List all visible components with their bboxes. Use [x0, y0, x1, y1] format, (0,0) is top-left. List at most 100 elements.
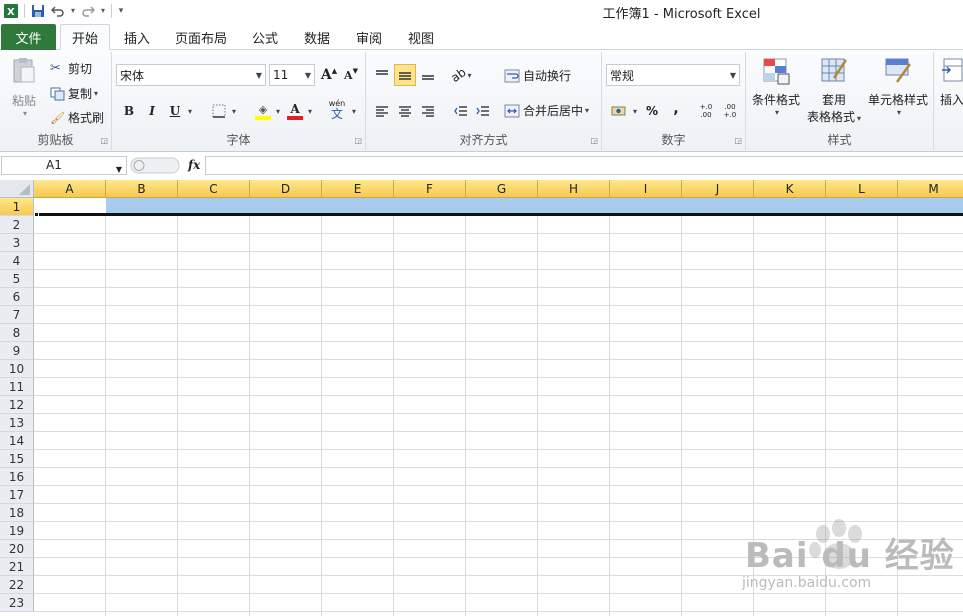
grow-font-icon: A [320, 67, 332, 83]
align-left-button[interactable] [371, 100, 393, 122]
align-bottom-button[interactable] [417, 64, 439, 86]
row-header-17[interactable]: 17 [0, 486, 34, 504]
paint-bucket-icon: ◈ [258, 102, 268, 116]
brush-icon: 🖌 [50, 110, 66, 125]
align-top-button[interactable] [371, 64, 393, 86]
row-header-20[interactable]: 20 [0, 540, 34, 558]
borders-dropdown-icon[interactable]: ▾ [232, 107, 236, 116]
paste-button[interactable]: 粘贴 ▾ [6, 56, 42, 118]
increase-decimal-button[interactable]: +.0 .00 [694, 100, 718, 122]
decrease-indent-button[interactable] [450, 100, 472, 122]
row-header-23[interactable]: 23 [0, 594, 34, 612]
row-header-5[interactable]: 5 [0, 270, 34, 288]
fill-color-button[interactable]: ◈ [252, 100, 274, 122]
shrink-font-button[interactable]: A ▼ [340, 64, 362, 86]
column-header-j[interactable]: J [682, 180, 754, 198]
row-header-19[interactable]: 19 [0, 522, 34, 540]
font-launcher-icon[interactable]: ◲ [354, 136, 362, 145]
row-header-1[interactable]: 1 [0, 198, 34, 216]
fill-handle[interactable] [34, 212, 39, 217]
column-header-i[interactable]: I [610, 180, 682, 198]
underline-dropdown-icon[interactable]: ▾ [188, 107, 192, 116]
font-color-button[interactable]: A [284, 100, 306, 122]
conditional-format-button[interactable]: 条件格式 ▾ [750, 56, 802, 117]
column-header-a[interactable]: A [34, 180, 106, 198]
clipboard-launcher-icon[interactable]: ◲ [100, 136, 108, 145]
format-as-table-button[interactable]: 套用 表格格式 ▾ [804, 56, 864, 125]
percent-button[interactable]: % [641, 100, 663, 122]
phonetic-dropdown-icon[interactable]: ▾ [352, 107, 356, 116]
insert-cells-button[interactable]: 插入 [940, 56, 963, 108]
row-header-2[interactable]: 2 [0, 216, 34, 234]
italic-button[interactable]: I [141, 100, 163, 122]
font-family-select[interactable]: 宋体 ▼ [116, 64, 266, 86]
row-header-18[interactable]: 18 [0, 504, 34, 522]
row-header-3[interactable]: 3 [0, 234, 34, 252]
phonetic-button[interactable]: wén 文 [326, 98, 348, 120]
row-header-11[interactable]: 11 [0, 378, 34, 396]
tab-view[interactable]: 视图 [399, 24, 443, 50]
underline-button[interactable]: U [164, 100, 186, 122]
column-header-d[interactable]: D [250, 180, 322, 198]
tab-page-layout[interactable]: 页面布局 [166, 24, 236, 50]
row-header-15[interactable]: 15 [0, 450, 34, 468]
row-header-21[interactable]: 21 [0, 558, 34, 576]
comma-button[interactable]: , [665, 98, 687, 120]
font-color-dropdown-icon[interactable]: ▾ [308, 107, 312, 116]
align-right-button[interactable] [417, 100, 439, 122]
column-header-l[interactable]: L [826, 180, 898, 198]
font-size-select[interactable]: 11 ▼ [269, 64, 315, 86]
column-header-f[interactable]: F [394, 180, 466, 198]
column-header-g[interactable]: G [466, 180, 538, 198]
accounting-dropdown-icon[interactable]: ▾ [633, 107, 637, 116]
row-header-8[interactable]: 8 [0, 324, 34, 342]
tab-formulas[interactable]: 公式 [243, 24, 287, 50]
row-header-14[interactable]: 14 [0, 432, 34, 450]
column-header-h[interactable]: H [538, 180, 610, 198]
merge-center-button[interactable]: 合并后居中 ▾ [504, 102, 589, 119]
cut-button[interactable]: ✂ 剪切 [50, 60, 92, 77]
tab-insert[interactable]: 插入 [114, 24, 160, 50]
formula-splitter-icon[interactable] [130, 156, 182, 175]
align-center-button[interactable] [394, 100, 416, 122]
align-middle-button[interactable] [394, 64, 416, 86]
format-painter-button[interactable]: 🖌 格式刷 [50, 109, 104, 126]
tab-file[interactable]: 文件 [1, 24, 56, 50]
column-header-k[interactable]: K [754, 180, 826, 198]
wrap-text-button[interactable]: 自动换行 [504, 67, 571, 84]
copy-button[interactable]: 复制 ▾ [50, 85, 98, 102]
column-header-b[interactable]: B [106, 180, 178, 198]
number-format-select[interactable]: 常规 ▼ [606, 64, 740, 86]
alignment-launcher-icon[interactable]: ◲ [590, 136, 598, 145]
accounting-format-button[interactable] [608, 100, 630, 122]
row-header-13[interactable]: 13 [0, 414, 34, 432]
tab-home[interactable]: 开始 [60, 24, 110, 50]
row-header-16[interactable]: 16 [0, 468, 34, 486]
decrease-decimal-button[interactable]: .00 +.0 [718, 100, 742, 122]
column-header-e[interactable]: E [322, 180, 394, 198]
row-header-10[interactable]: 10 [0, 360, 34, 378]
row-header-7[interactable]: 7 [0, 306, 34, 324]
row-header-12[interactable]: 12 [0, 396, 34, 414]
orientation-button[interactable]: ab ▾ [448, 64, 472, 86]
increase-indent-button[interactable] [472, 100, 494, 122]
column-header-c[interactable]: C [178, 180, 250, 198]
number-launcher-icon[interactable]: ◲ [734, 136, 742, 145]
select-all-button[interactable] [0, 180, 34, 198]
number-format-value: 常规 [610, 68, 635, 83]
row-header-22[interactable]: 22 [0, 576, 34, 594]
name-box[interactable]: A1 ▼ [1, 156, 127, 175]
cell-styles-button[interactable]: 单元格样式 ▾ [864, 56, 932, 117]
tab-data[interactable]: 数据 [295, 24, 339, 50]
row-header-4[interactable]: 4 [0, 252, 34, 270]
bold-button[interactable]: B [118, 100, 140, 122]
fill-color-dropdown-icon[interactable]: ▾ [276, 107, 280, 116]
borders-button[interactable] [208, 100, 230, 122]
insert-function-button[interactable]: fx [188, 158, 200, 172]
formula-input[interactable] [205, 156, 963, 175]
column-header-m[interactable]: M [898, 180, 963, 198]
row-header-6[interactable]: 6 [0, 288, 34, 306]
grow-font-button[interactable]: A ▲ [318, 64, 340, 86]
row-header-9[interactable]: 9 [0, 342, 34, 360]
tab-review[interactable]: 审阅 [347, 24, 391, 50]
